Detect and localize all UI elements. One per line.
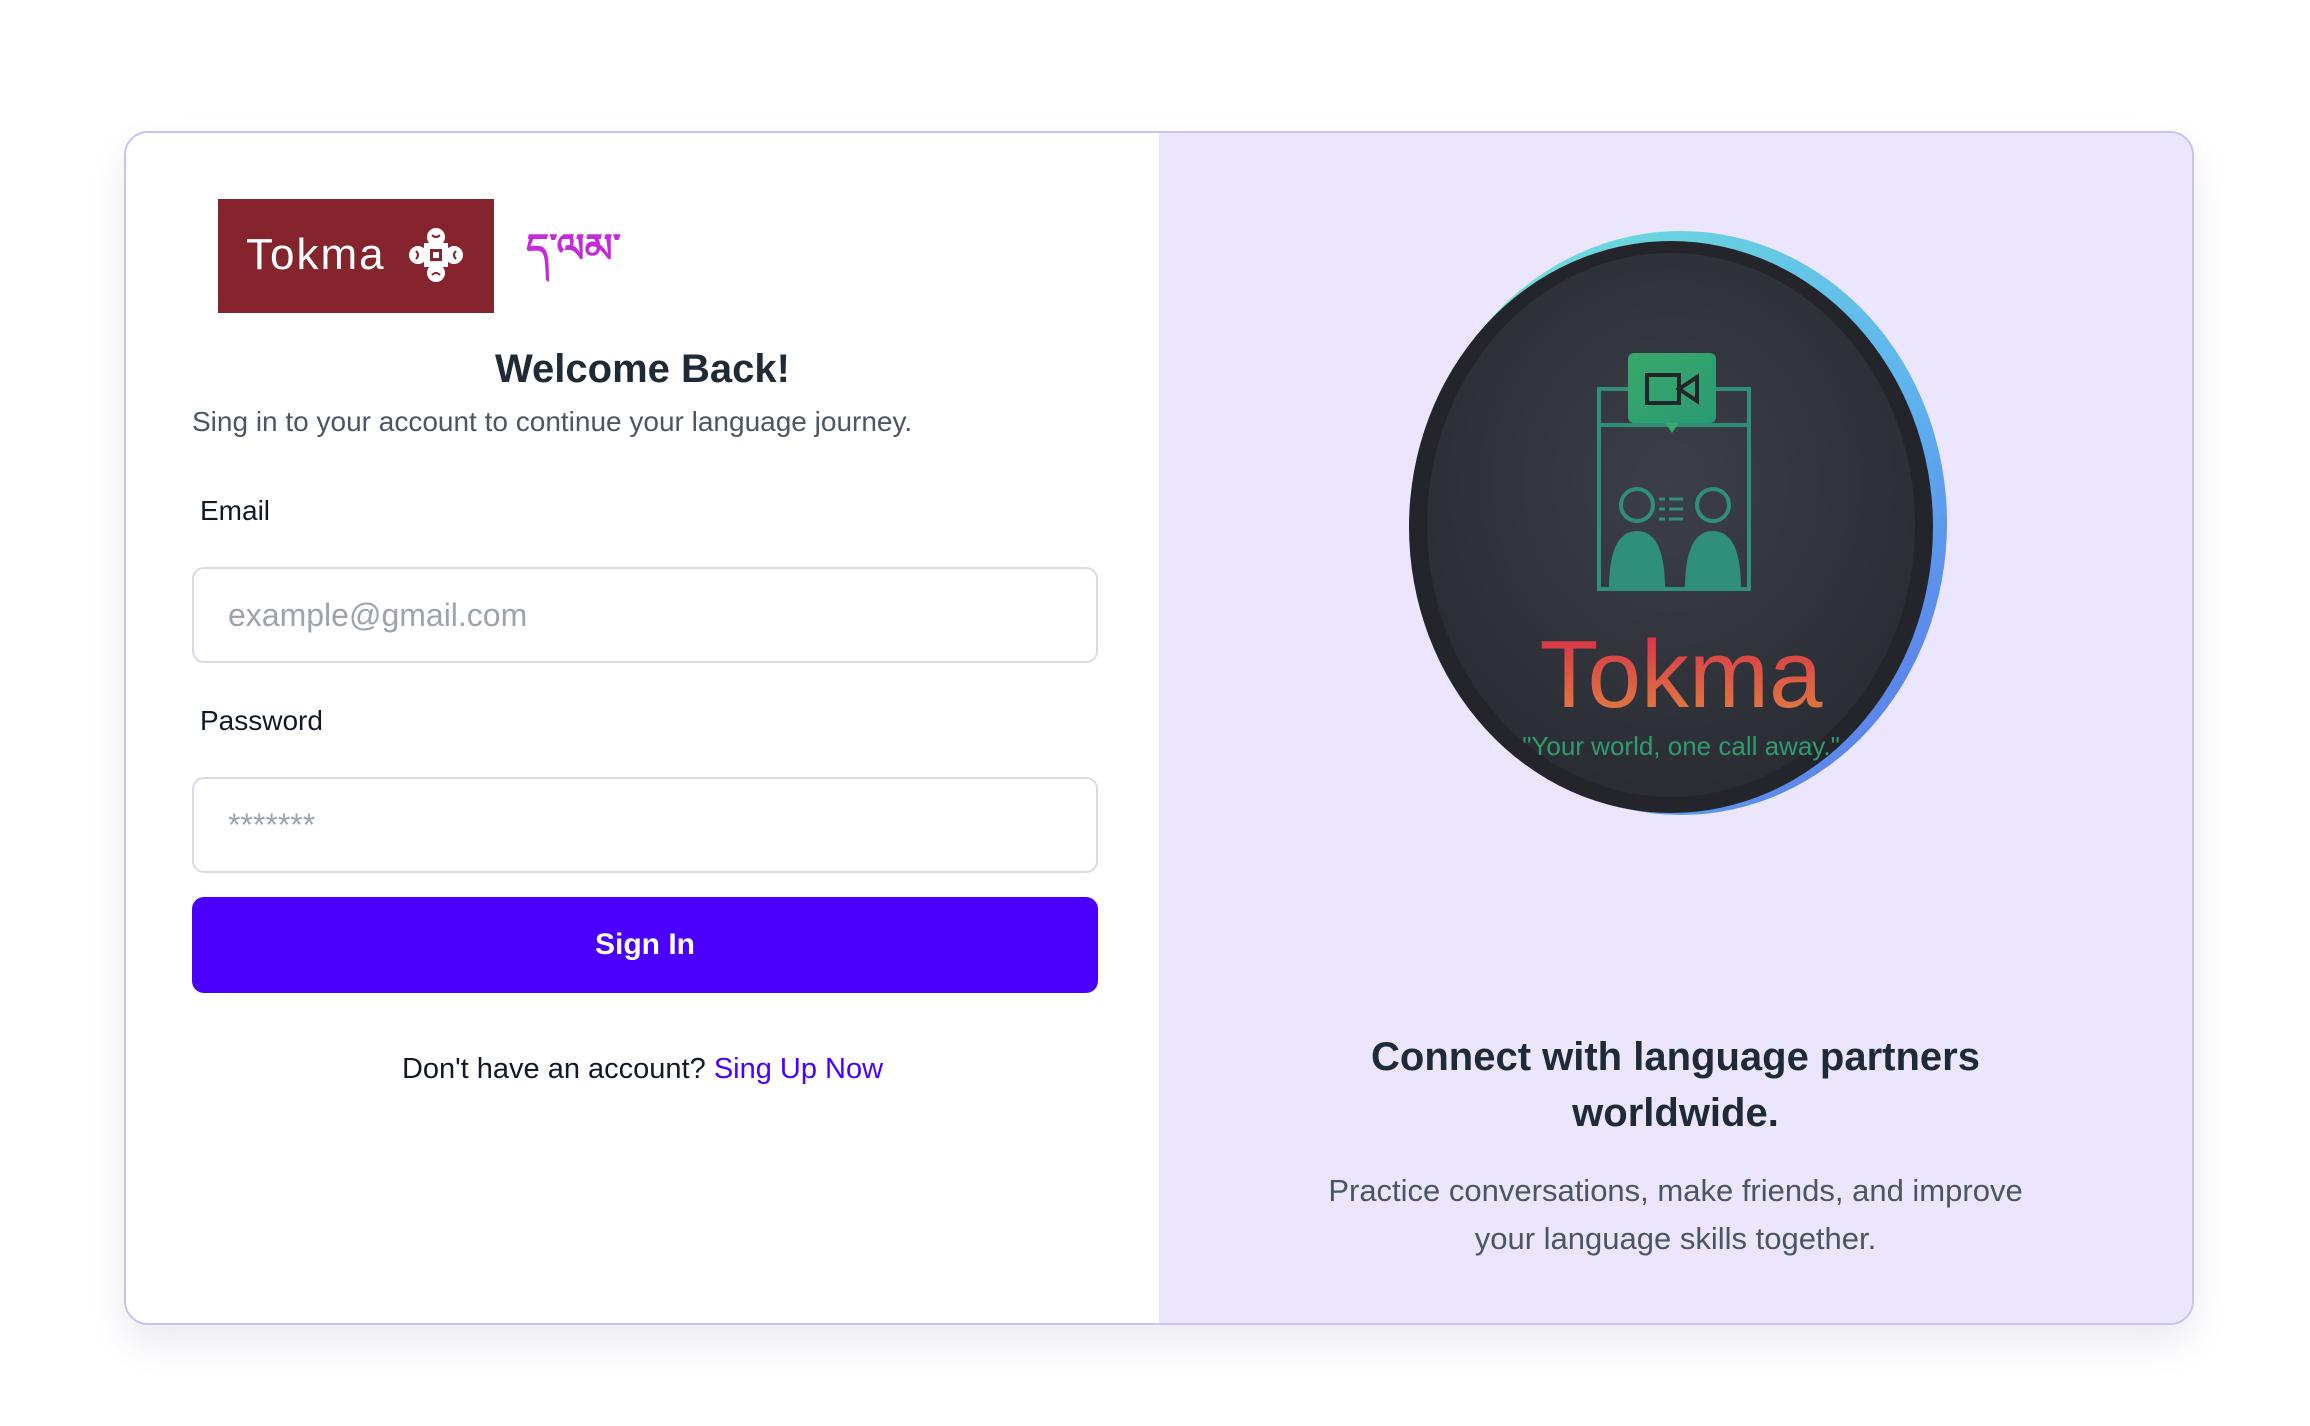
- promo-heading-line2: worldwide.: [1572, 1091, 1779, 1135]
- email-label: Email: [200, 495, 271, 526]
- promo-description-line1: Practice conversations, make friends, an…: [1328, 1173, 2023, 1208]
- promo-description-line2: your language skills together.: [1474, 1221, 1877, 1256]
- promo-heading-line1: Connect with language partners: [1371, 1035, 1980, 1079]
- sign-up-link[interactable]: Sing Up Now: [714, 1053, 883, 1085]
- tokma-hero-logo: Tokma "Your world, one call away.": [1409, 231, 1947, 815]
- hero-slogan: "Your world, one call away.": [1522, 731, 1840, 761]
- login-card: Tokma ད་ལམ་ Welcome Back! Sing in to you…: [124, 131, 2194, 1325]
- promo-panel: Tokma "Your world, one call away." Conne…: [1159, 133, 2192, 1323]
- logo-wordmark: Tokma: [246, 230, 386, 279]
- tibetan-wordmark: ད་ལམ་: [526, 227, 622, 271]
- welcome-subtitle: Sing in to your account to continue your…: [192, 406, 913, 437]
- knot-emblem-icon: [409, 228, 463, 282]
- sign-in-button[interactable]: Sign In: [192, 897, 1098, 993]
- signup-prompt: Don't have an account?: [401, 1053, 706, 1085]
- signup-prompt-line: Don't have an account? Sing Up Now: [126, 1053, 1159, 1086]
- hero-wordmark: Tokma: [1540, 621, 1823, 728]
- login-panel: Tokma ད་ལམ་ Welcome Back! Sing in to you…: [126, 133, 1159, 1323]
- email-input[interactable]: [192, 567, 1098, 663]
- tokma-logo: Tokma: [218, 199, 494, 313]
- promo-heading: Connect with language partners worldwide…: [1159, 1029, 2192, 1141]
- welcome-title: Welcome Back!: [495, 347, 790, 391]
- password-input[interactable]: [192, 777, 1098, 873]
- password-label: Password: [200, 705, 323, 736]
- promo-description: Practice conversations, make friends, an…: [1159, 1167, 2192, 1263]
